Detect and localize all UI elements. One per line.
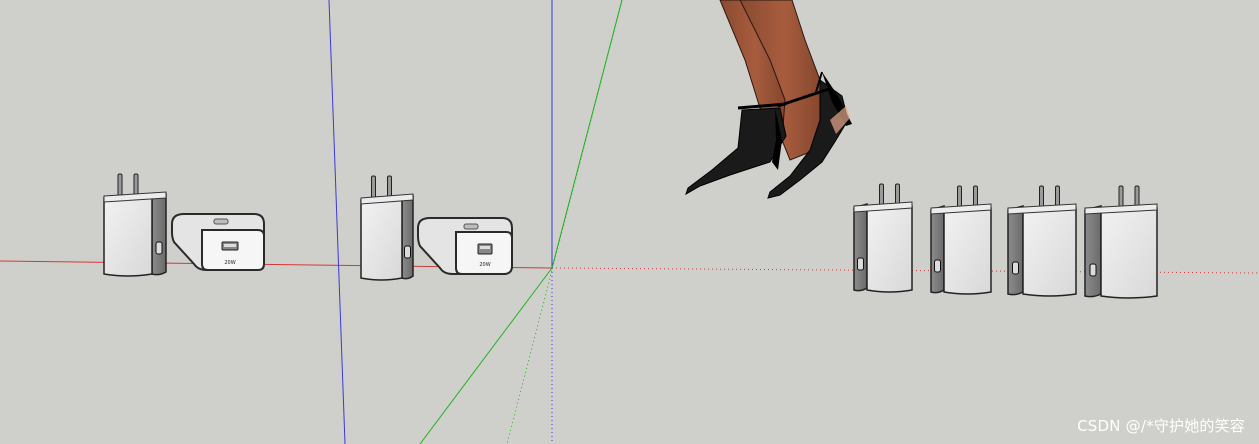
usb-port-icon [155, 241, 163, 255]
plug-prong-1 [1118, 185, 1124, 209]
charger-upright-4[interactable] [930, 185, 992, 295]
charger-side-face [853, 202, 868, 292]
charger-lying-2[interactable]: 20W [417, 217, 513, 275]
charger-side-face [1084, 205, 1102, 298]
plug-prong-1 [879, 183, 884, 207]
usb-port-icon [857, 257, 864, 271]
legs-high-heels-model[interactable] [685, 0, 852, 199]
charger-lying-1[interactable]: 20W [171, 213, 265, 271]
charger-upright-5[interactable] [1007, 185, 1077, 297]
plug-prong-1 [117, 173, 123, 197]
model-canvas[interactable]: 20W 20W [0, 0, 1259, 444]
charger-side-face [401, 194, 414, 280]
charger-upright-6[interactable] [1084, 185, 1158, 299]
blue-guide-line [328, 0, 346, 444]
plug-prong-1 [957, 185, 962, 209]
usb-port-icon [1012, 261, 1019, 275]
charger-upright-2[interactable] [360, 175, 414, 281]
watermark-text: CSDN @/*守护她的笑容 [1077, 417, 1245, 435]
charger-side-face [1007, 205, 1024, 296]
charger-upright-3[interactable] [853, 183, 913, 293]
plug-prong-2 [387, 175, 392, 199]
green-axis-solid-2 [419, 267, 553, 444]
sketchup-viewport[interactable]: 20W 20W CSDN @/*守护她的笑容 [0, 0, 1259, 444]
charger-front-face [943, 207, 992, 295]
usb-port-icon [404, 245, 411, 259]
usb-port-icon [1089, 263, 1097, 277]
charger-front-face [103, 195, 153, 277]
charger-front-face [1100, 207, 1158, 299]
plug-prong-1 [1039, 185, 1044, 209]
charger-label: 20W [479, 262, 490, 268]
charger-front-face [360, 197, 403, 281]
plug-prong-1 [371, 175, 376, 199]
charger-front-face [866, 205, 913, 293]
green-axis-solid [551, 0, 623, 269]
charger-side-face [151, 193, 167, 276]
plug-prong-2 [133, 173, 139, 197]
charger-label: 20W [224, 260, 235, 266]
charger-upright-1[interactable] [103, 173, 167, 277]
charger-front-face [1022, 207, 1077, 297]
charger-side-face [930, 204, 945, 294]
usb-port-icon [934, 259, 941, 273]
